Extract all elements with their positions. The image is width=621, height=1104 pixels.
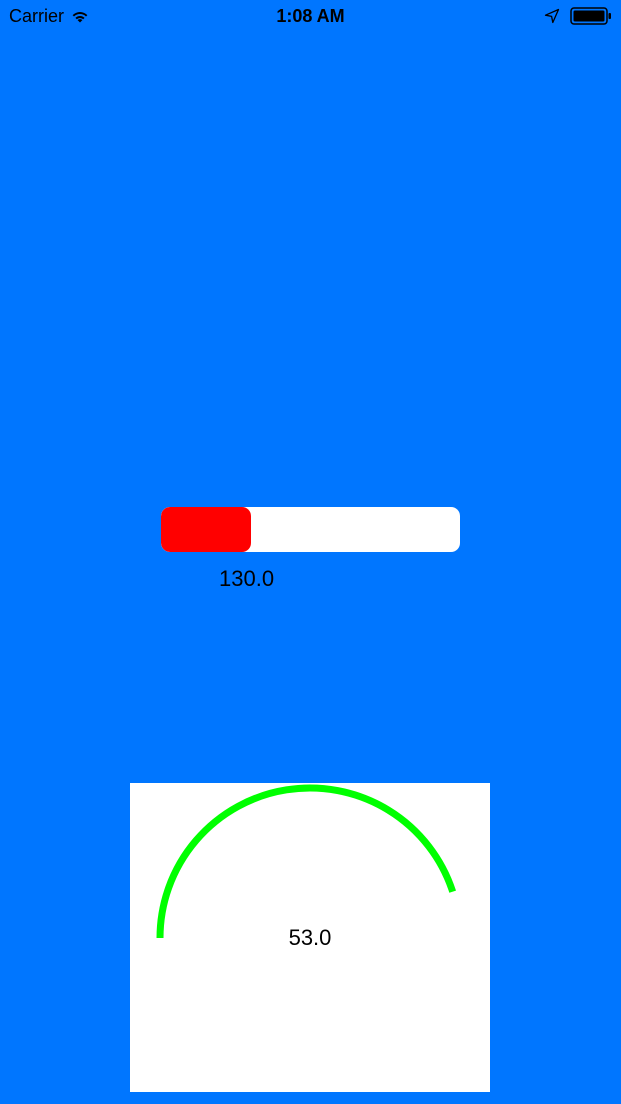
location-icon xyxy=(544,8,560,24)
status-time: 1:08 AM xyxy=(276,6,345,26)
gauge-value-label: 53.0 xyxy=(288,925,332,950)
progress-value-label: 130.0 xyxy=(219,566,275,591)
status-right-icons xyxy=(544,6,612,26)
progress-bar-fill xyxy=(161,507,251,552)
gauge-arc xyxy=(156,784,456,939)
battery-icon xyxy=(570,7,611,25)
progress-bar xyxy=(161,507,460,552)
status-bar: Carrier 1:08 AM xyxy=(0,0,621,32)
gauge-panel: 53.0 xyxy=(130,783,490,1092)
